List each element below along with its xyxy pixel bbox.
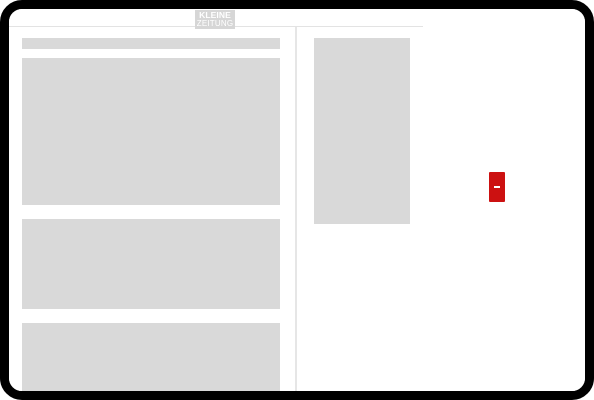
device-frame: KLEINE ZEITUNG: [0, 0, 594, 400]
article-placeholder-3: [22, 323, 280, 391]
sidebar-placeholder: [314, 38, 410, 224]
content-placeholder-bar: [22, 38, 280, 49]
minus-icon: [494, 186, 500, 188]
article-placeholder-2: [22, 219, 280, 309]
article-placeholder-1: [22, 58, 280, 205]
page-screen: KLEINE ZEITUNG: [9, 9, 585, 391]
site-logo[interactable]: KLEINE ZEITUNG: [195, 10, 235, 29]
collapse-button[interactable]: [489, 172, 505, 202]
logo-line-2: ZEITUNG: [196, 18, 234, 28]
column-divider: [295, 27, 297, 391]
